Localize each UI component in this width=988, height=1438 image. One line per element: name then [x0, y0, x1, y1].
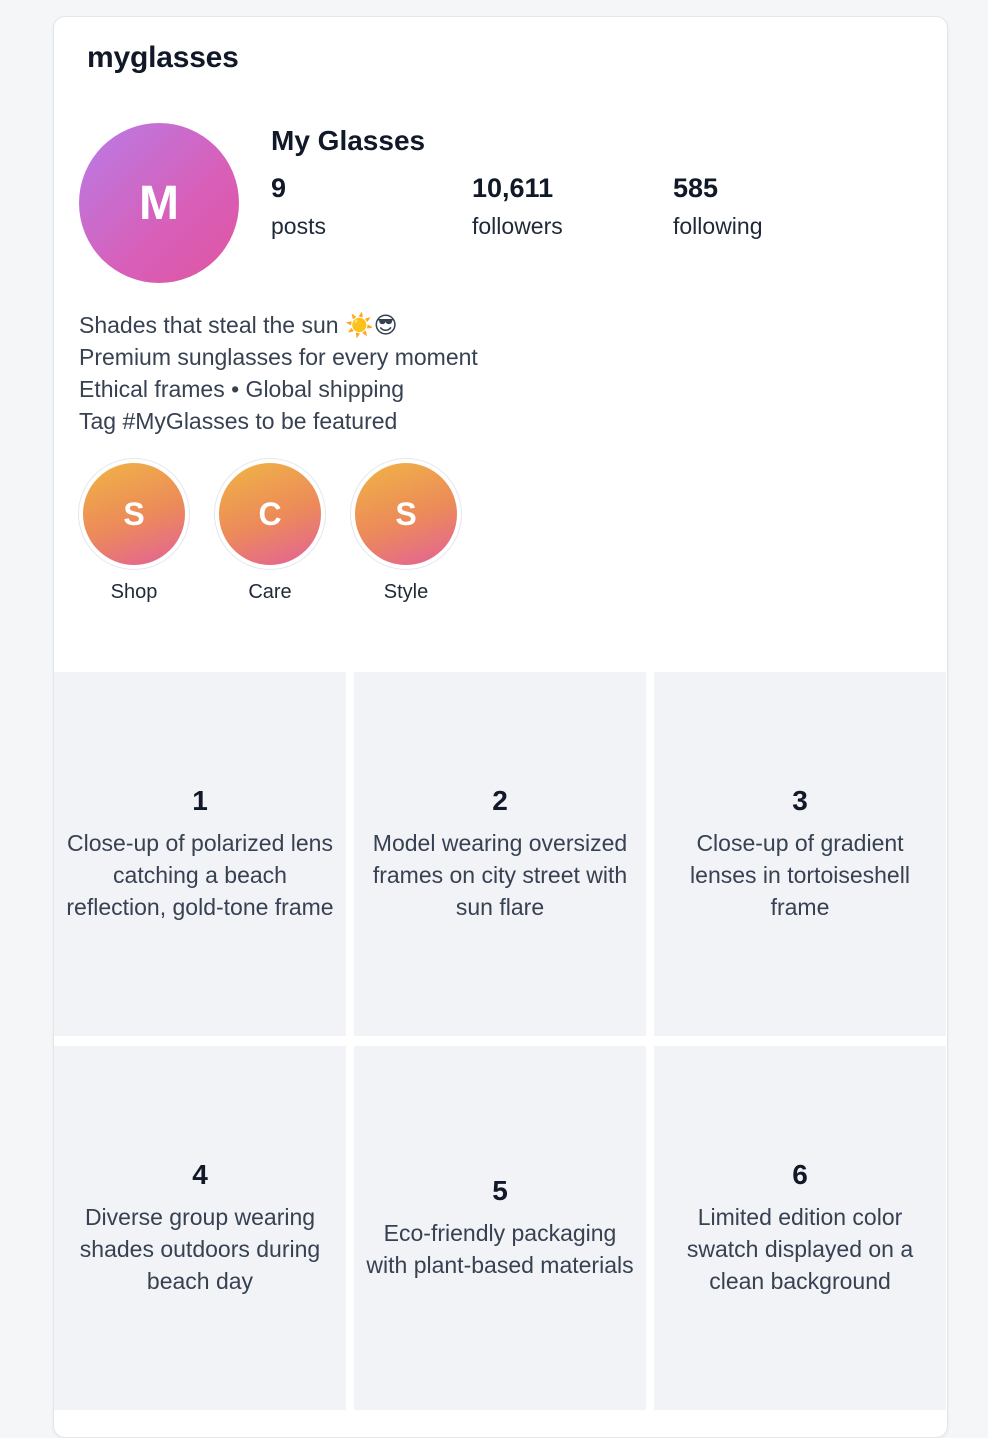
post-number: 6	[792, 1159, 808, 1190]
highlight-label: Shop	[110, 581, 158, 603]
followers-label: followers	[472, 213, 563, 239]
post-caption: Model wearing oversized frames on city s…	[372, 830, 628, 920]
post-tile[interactable]: 1 Close-up of polarized lens catching a …	[54, 672, 346, 1036]
post-caption: Diverse group wearing shades outdoors du…	[79, 1204, 321, 1294]
followers-count: 10,611	[472, 173, 554, 203]
stat-followers[interactable]: 10,611 followers	[472, 175, 563, 240]
post-tile[interactable]: 6 Limited edition color swatch displayed…	[654, 1046, 946, 1410]
bio: Shades that steal the sun ☀️😎 Premium su…	[79, 309, 478, 437]
avatar[interactable]: M	[79, 123, 239, 283]
highlight-cover: S	[83, 463, 185, 565]
posts-count: 9	[271, 173, 287, 203]
story-highlights: S Shop C Care S Style	[79, 459, 461, 604]
highlight-cover: C	[219, 463, 321, 565]
post-number: 5	[492, 1175, 508, 1206]
highlight-ring: S	[351, 459, 461, 569]
avatar-initial: M	[139, 176, 179, 230]
posts-grid: 1 Close-up of polarized lens catching a …	[54, 672, 947, 1410]
post-number: 4	[192, 1159, 208, 1190]
following-label: following	[673, 213, 763, 239]
bio-line: Shades that steal the sun ☀️😎	[79, 312, 398, 338]
post-tile[interactable]: 3 Close-up of gradient lenses in tortois…	[654, 672, 946, 1036]
highlight-ring: S	[79, 459, 189, 569]
stat-following[interactable]: 585 following	[673, 175, 763, 240]
bio-line: Premium sunglasses for every moment	[79, 344, 478, 370]
post-caption: Limited edition color swatch displayed o…	[686, 1204, 914, 1294]
posts-label: posts	[271, 213, 326, 239]
post-number: 3	[792, 785, 808, 816]
profile-username: myglasses	[87, 41, 239, 74]
highlight-shop[interactable]: S Shop	[79, 459, 189, 604]
post-tile[interactable]: 4 Diverse group wearing shades outdoors …	[54, 1046, 346, 1410]
highlight-style[interactable]: S Style	[351, 459, 461, 604]
post-tile[interactable]: 2 Model wearing oversized frames on city…	[354, 672, 646, 1036]
bio-line: Ethical frames • Global shipping	[79, 376, 405, 402]
display-name: My Glasses	[271, 125, 426, 156]
bio-line: Tag #MyGlasses to be featured	[79, 408, 398, 434]
post-tile[interactable]: 5 Eco-friendly packaging with plant-base…	[354, 1046, 646, 1410]
highlight-care[interactable]: C Care	[215, 459, 325, 604]
highlight-label: Style	[383, 581, 429, 603]
post-number: 1	[192, 785, 208, 816]
post-caption: Eco-friendly packaging with plant-based …	[366, 1220, 634, 1278]
highlight-label: Care	[248, 581, 292, 603]
highlight-ring: C	[215, 459, 325, 569]
highlight-cover: S	[355, 463, 457, 565]
post-caption: Close-up of gradient lenses in tortoises…	[690, 830, 910, 920]
post-number: 2	[492, 785, 508, 816]
post-caption: Close-up of polarized lens catching a be…	[66, 830, 334, 920]
profile-card: myglasses M My Glasses 9 posts 10,611 fo…	[53, 16, 948, 1438]
stat-posts: 9 posts	[271, 175, 326, 240]
following-count: 585	[673, 173, 719, 203]
